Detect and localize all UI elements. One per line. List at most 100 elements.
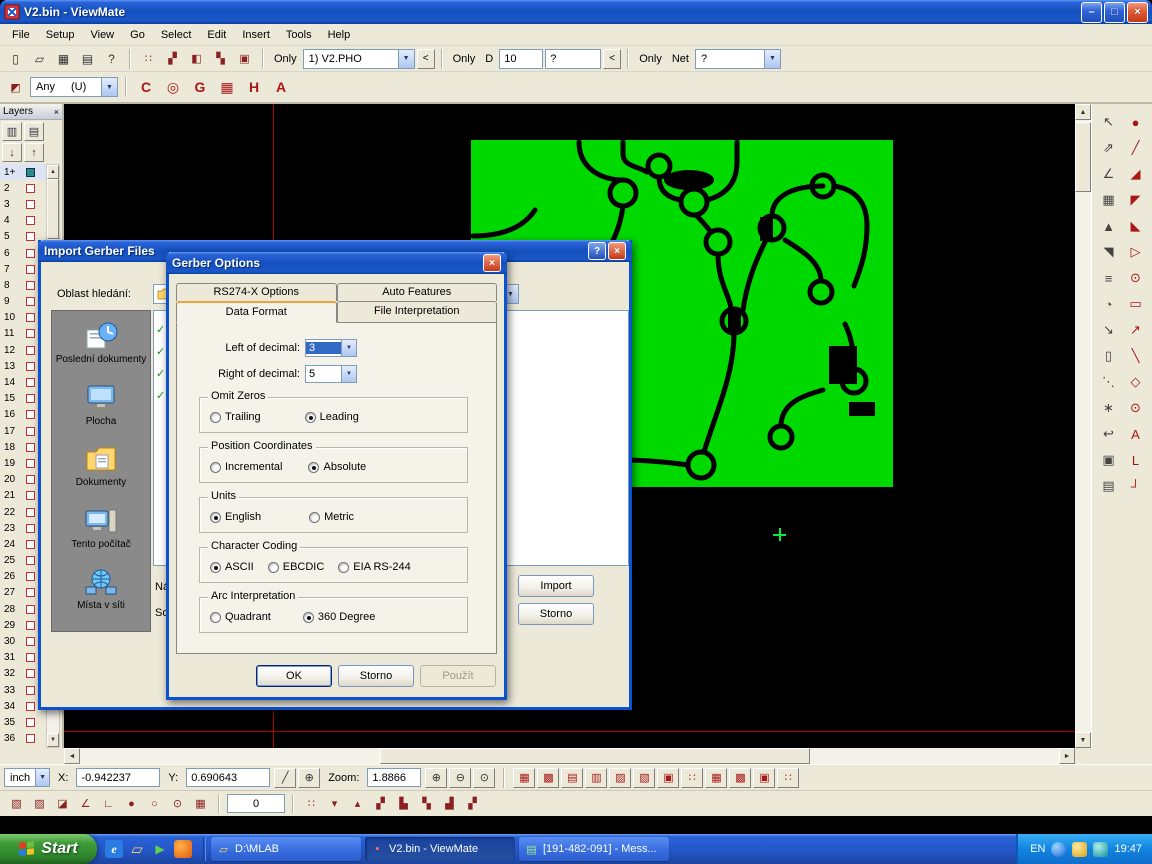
left-of-decimal-combo[interactable]: 3 ▼ <box>305 339 357 357</box>
radio-incremental[interactable]: Incremental <box>210 461 282 473</box>
drawing-tool-icon[interactable]: ● <box>1123 110 1148 134</box>
edit-tool-icon[interactable]: ○ <box>144 794 165 814</box>
drawing-tool-icon[interactable]: ◥ <box>1096 240 1121 264</box>
layer-color-swatch[interactable] <box>26 362 35 371</box>
edit-tool-icon[interactable]: ● <box>121 794 142 814</box>
drawing-tool-icon[interactable]: ◣ <box>1123 214 1148 238</box>
layer-color-swatch[interactable] <box>26 313 35 322</box>
start-button[interactable]: Start <box>0 834 97 864</box>
step-value-field[interactable]: 0 <box>227 794 285 813</box>
drawing-tool-icon[interactable]: ↗ <box>1123 318 1148 342</box>
chevron-down-icon[interactable]: ▼ <box>341 366 356 382</box>
grid-tool-icon[interactable]: ∷ <box>681 768 703 788</box>
edit-tool-icon[interactable]: ▨ <box>29 794 50 814</box>
place-recent-documents[interactable]: Poslední dokumenty <box>53 321 149 366</box>
select-mode-icon[interactable]: ◩ <box>4 76 27 98</box>
drawing-tool-icon[interactable]: ◇ <box>1123 370 1148 394</box>
tray-volume-icon[interactable] <box>1072 842 1087 857</box>
vertical-scrollbar[interactable]: ▲ ▼ <box>1075 104 1091 748</box>
place-documents[interactable]: Dokumenty <box>53 444 149 489</box>
layer-row[interactable]: 3 <box>0 196 46 212</box>
layer-color-swatch[interactable] <box>26 637 35 646</box>
tray-network-icon[interactable] <box>1093 842 1108 857</box>
view-tool-icon[interactable]: ▙ <box>393 794 414 814</box>
layer-color-swatch[interactable] <box>26 329 35 338</box>
layers-close-icon[interactable]: × <box>54 107 59 117</box>
layer-color-swatch[interactable] <box>26 621 35 630</box>
layer-color-swatch[interactable] <box>26 184 35 193</box>
close-button[interactable]: × <box>483 254 501 272</box>
layer-row[interactable]: 2 <box>0 180 46 196</box>
grid-tool-icon[interactable]: ▥ <box>585 768 607 788</box>
radio-ascii[interactable]: ASCII <box>210 561 254 573</box>
file-toolbar-icon[interactable]: ▦ <box>52 48 75 70</box>
scroll-up-icon[interactable]: ▲ <box>47 165 59 179</box>
radio-leading[interactable]: Leading <box>305 411 359 423</box>
zoom-tool-icon[interactable]: ⊙ <box>473 768 495 788</box>
scroll-thumb[interactable] <box>1075 122 1091 192</box>
menu-item[interactable]: File <box>4 26 38 44</box>
layer-row[interactable]: 36 <box>0 731 46 747</box>
grid-tool-icon[interactable]: ▩ <box>537 768 559 788</box>
grid-tool-icon[interactable]: ∷ <box>777 768 799 788</box>
layer-color-swatch[interactable] <box>26 572 35 581</box>
layer-color-swatch[interactable] <box>26 297 35 306</box>
layer-color-swatch[interactable] <box>26 200 35 209</box>
zoom-tool-icon[interactable]: ⊕ <box>425 768 447 788</box>
scroll-left-icon[interactable]: ◄ <box>64 748 80 764</box>
edit-tool-icon[interactable]: ∟ <box>98 794 119 814</box>
drawing-tool-icon[interactable]: ◔ <box>1096 292 1121 316</box>
menu-item[interactable]: Go <box>122 26 153 44</box>
layer-color-swatch[interactable] <box>26 232 35 241</box>
radio-quadrant[interactable]: Quadrant <box>210 611 271 623</box>
layer-color-swatch[interactable] <box>26 702 35 711</box>
drawing-tool-icon[interactable]: ⇗ <box>1096 136 1121 160</box>
menu-item[interactable]: Insert <box>234 26 278 44</box>
scroll-down-icon[interactable]: ▼ <box>1075 732 1091 748</box>
drawing-tool-icon[interactable]: ╲ <box>1123 344 1148 368</box>
aperture-pattern-icon[interactable]: ▣ <box>233 48 256 70</box>
scroll-up-icon[interactable]: ▲ <box>1075 104 1091 120</box>
drawing-tool-icon[interactable]: ▦ <box>1096 188 1121 212</box>
select-filter-combo[interactable]: Any (U) ▼ <box>30 77 118 97</box>
view-tool-icon[interactable]: ▞ <box>370 794 391 814</box>
grid-tool-icon[interactable]: ▦ <box>705 768 727 788</box>
file-toolbar-icon[interactable]: ▯ <box>4 48 27 70</box>
measure-tool-icon[interactable]: ⊕ <box>298 768 320 788</box>
drawing-tool-icon[interactable]: ▤ <box>1096 474 1121 498</box>
layer-color-swatch[interactable] <box>26 394 35 403</box>
view-tool-icon[interactable]: ▴ <box>347 794 368 814</box>
scroll-right-icon[interactable]: ► <box>1059 748 1075 764</box>
layer-color-swatch[interactable] <box>26 524 35 533</box>
dcode-query-input[interactable]: ? <box>545 49 601 69</box>
layer-color-swatch[interactable] <box>26 508 35 517</box>
layer-color-swatch[interactable] <box>26 216 35 225</box>
layers-panel-header[interactable]: Layers × <box>0 104 62 120</box>
launcher-icon[interactable]: ▶ <box>151 840 169 858</box>
view-tool-icon[interactable]: ▞ <box>462 794 483 814</box>
language-indicator[interactable]: EN <box>1030 843 1045 855</box>
layer-row[interactable]: 35 <box>0 714 46 730</box>
select-tool-button[interactable]: ◎ <box>161 75 185 99</box>
layer-color-swatch[interactable] <box>26 734 35 743</box>
grid-tool-icon[interactable]: ▨ <box>609 768 631 788</box>
drawing-tool-icon[interactable]: ◢ <box>1123 162 1148 186</box>
layer-color-swatch[interactable] <box>26 718 35 727</box>
layer-color-swatch[interactable] <box>26 346 35 355</box>
drawing-tool-icon[interactable]: L <box>1123 448 1148 472</box>
chevron-down-icon[interactable]: ▼ <box>35 769 49 786</box>
scroll-thumb[interactable] <box>380 748 810 764</box>
measure-tool-icon[interactable]: ╱ <box>274 768 296 788</box>
grid-tool-icon[interactable]: ▣ <box>657 768 679 788</box>
layers-tool-button[interactable]: ↓ <box>2 143 22 162</box>
place-desktop[interactable]: Plocha <box>53 383 149 428</box>
layer-color-swatch[interactable] <box>26 588 35 597</box>
horizontal-scrollbar[interactable]: ◄ ► <box>64 748 1075 764</box>
help-button[interactable]: ? <box>588 242 606 260</box>
gerber-dialog-titlebar[interactable]: Gerber Options × <box>166 252 507 274</box>
layer-color-swatch[interactable] <box>26 168 35 177</box>
drawing-tool-icon[interactable]: ⊙ <box>1123 396 1148 420</box>
layer-color-swatch[interactable] <box>26 669 35 678</box>
edit-tool-icon[interactable]: ◪ <box>52 794 73 814</box>
view-tool-icon[interactable]: ▾ <box>324 794 345 814</box>
